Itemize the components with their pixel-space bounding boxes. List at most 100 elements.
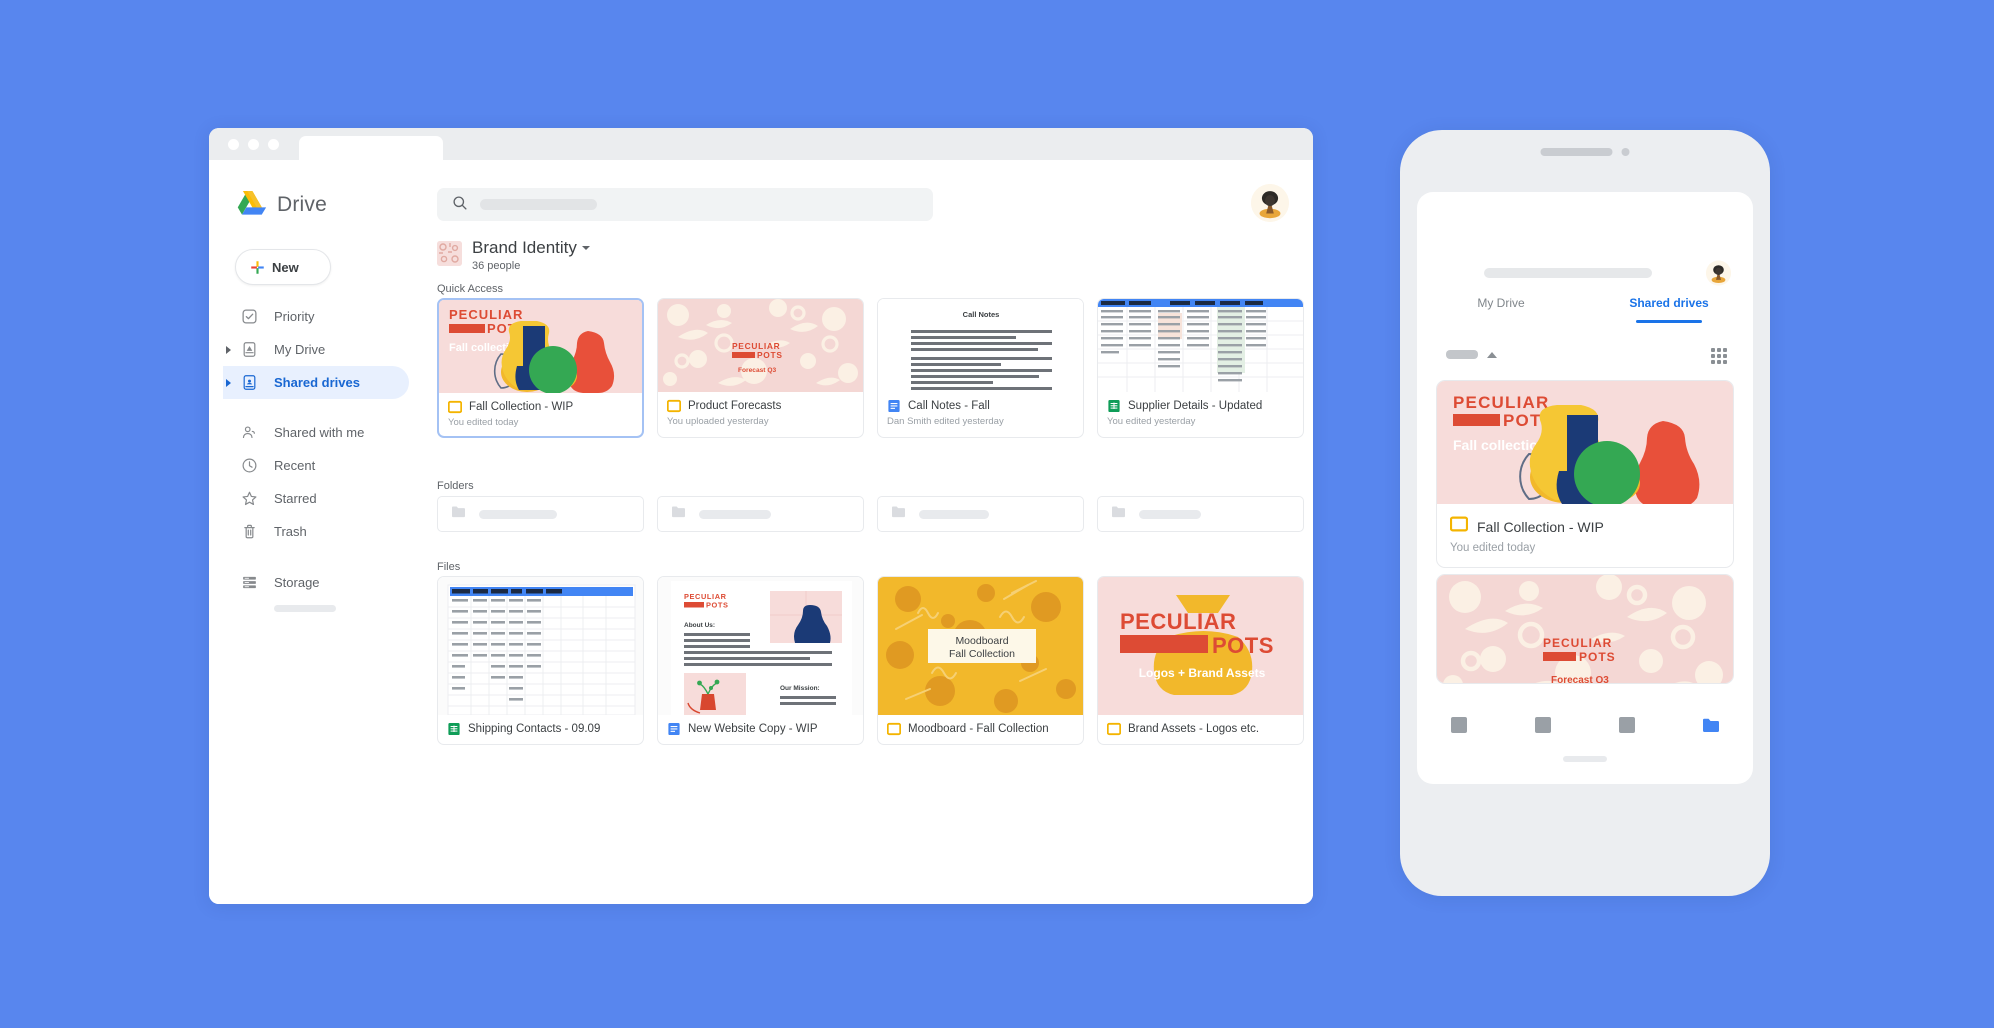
breadcrumb[interactable]: Brand Identity 36 people <box>437 238 590 272</box>
close-icon[interactable] <box>228 139 239 150</box>
maximize-icon[interactable] <box>268 139 279 150</box>
svg-text:Fall Collection: Fall Collection <box>949 648 1015 660</box>
card-title: Supplier Details - Updated <box>1128 400 1263 412</box>
tab-label: My Drive <box>1477 296 1525 310</box>
grid-view-icon[interactable] <box>1711 348 1727 364</box>
sidebar-item-trash[interactable]: Trash <box>223 515 409 548</box>
slides-icon <box>447 400 463 414</box>
sidebar-item-shared-drives[interactable]: Shared drives <box>223 366 409 399</box>
folder-card[interactable] <box>437 496 644 532</box>
card-title: New Website Copy - WIP <box>688 723 818 735</box>
phone-file-card-fall-collection[interactable]: PECULIAR POTS Fall collection. Fall Coll… <box>1436 380 1734 568</box>
file-card-moodboard[interactable]: Moodboard Fall Collection Moodboard - Fa… <box>877 576 1084 745</box>
card-footer: Call Notes - Fall Dan Smith edited yeste… <box>878 392 1083 435</box>
file-card-new-website-copy[interactable]: PECULIAR POTS About Us: Our Mission: New… <box>657 576 864 745</box>
phone-file-card-product-forecasts[interactable]: PECULIAR POTS Forecast Q3 <box>1436 574 1734 684</box>
svg-text:PECULIAR: PECULIAR <box>449 307 523 322</box>
sidebar-item-starred[interactable]: Starred <box>223 482 409 515</box>
avatar[interactable] <box>1706 260 1731 286</box>
file-card-fall-collection[interactable]: PECULIAR POTS Fall collection. Fall Coll… <box>437 298 644 438</box>
bottom-nav-item-1[interactable] <box>1417 717 1501 738</box>
chevron-down-icon[interactable] <box>581 246 590 250</box>
sidebar-item-shared-with-me[interactable]: Shared with me <box>223 416 409 449</box>
minimize-icon[interactable] <box>248 139 259 150</box>
avatar[interactable] <box>1251 184 1289 222</box>
card-subtitle: Dan Smith edited yesterday <box>887 416 1004 427</box>
folder-card[interactable] <box>657 496 864 532</box>
drive-thumbnail-icon <box>437 241 462 266</box>
expand-caret-icon[interactable] <box>226 345 231 354</box>
sort-label-placeholder[interactable] <box>1446 350 1478 359</box>
sidebar-item-label: Priority <box>274 309 315 324</box>
svg-text:PECULIAR: PECULIAR <box>1453 393 1550 412</box>
google-drive-logo <box>237 191 267 215</box>
card-title: Fall Collection - WIP <box>469 401 574 413</box>
card-title: Product Forecasts <box>688 400 782 412</box>
folder-icon <box>671 505 686 523</box>
svg-text:About Us:: About Us: <box>684 622 715 629</box>
card-title: Shipping Contacts - 09.09 <box>468 723 601 735</box>
folder-card[interactable] <box>1097 496 1304 532</box>
phone-search-input[interactable] <box>1484 268 1652 278</box>
drive-brand[interactable]: Drive <box>237 191 327 218</box>
sidebar-item-storage[interactable]: Storage <box>223 566 409 599</box>
brand-label: Drive <box>277 192 328 216</box>
browser-chrome <box>209 128 1313 162</box>
card-subtitle: You edited today <box>448 417 519 428</box>
file-card-supplier-details[interactable]: Supplier Details - Updated You edited ye… <box>1097 298 1304 438</box>
sort-caret-up-icon[interactable] <box>1487 352 1497 358</box>
folder-card[interactable] <box>877 496 1084 532</box>
expand-caret-icon[interactable] <box>226 378 231 387</box>
slides-icon <box>886 722 902 736</box>
sheets-icon <box>1107 399 1121 413</box>
slides-icon <box>1449 515 1469 538</box>
bottom-nav-item-3[interactable] <box>1585 717 1669 738</box>
slides-icon <box>666 399 682 413</box>
svg-text:POTS: POTS <box>1212 633 1274 658</box>
sheets-icon <box>447 722 461 736</box>
page-title-wrap: Brand Identity <box>472 238 590 258</box>
sidebar-item-recent[interactable]: Recent <box>223 449 409 482</box>
svg-text:POTS: POTS <box>706 601 729 610</box>
folder-name-placeholder <box>919 509 989 519</box>
section-label-quick-access: Quick Access <box>437 283 504 295</box>
card-thumbnail: PECULIAR POTS About Us: Our Mission: <box>658 577 863 715</box>
svg-text:Forecast Q3: Forecast Q3 <box>738 367 776 374</box>
phone-bottom-nav <box>1417 717 1753 738</box>
card-footer: Supplier Details - Updated You edited ye… <box>1098 392 1303 435</box>
card-subtitle: You edited yesterday <box>1107 416 1196 427</box>
svg-text:Forecast Q3: Forecast Q3 <box>1551 675 1609 684</box>
shared-drives-icon <box>241 374 258 391</box>
tab-shared-drives[interactable]: Shared drives <box>1585 296 1753 323</box>
file-card-shipping-contacts[interactable]: Shipping Contacts - 09.09 <box>437 576 644 745</box>
svg-text:PECULIAR: PECULIAR <box>1543 636 1612 650</box>
sidebar-item-priority[interactable]: Priority <box>223 300 409 333</box>
phone-sort-row <box>1417 342 1753 370</box>
svg-text:Logos + Brand Assets: Logos + Brand Assets <box>1139 666 1266 680</box>
people-icon <box>241 424 258 441</box>
search-input[interactable] <box>437 188 933 221</box>
tab-my-drive[interactable]: My Drive <box>1417 296 1585 323</box>
browser-tab[interactable] <box>299 136 443 162</box>
sidebar-item-label: Shared with me <box>274 425 365 440</box>
card-footer: Shipping Contacts - 09.09 <box>438 715 643 744</box>
card-thumbnail <box>1098 299 1303 392</box>
folder-name-placeholder <box>479 509 557 519</box>
card-footer: Moodboard - Fall Collection <box>878 715 1083 744</box>
file-card-call-notes[interactable]: Call Notes Call Notes - Fall Dan Smith e… <box>877 298 1084 438</box>
card-footer: New Website Copy - WIP <box>658 715 863 744</box>
sidebar-item-label: My Drive <box>274 342 326 357</box>
file-card-brand-assets[interactable]: PECULIAR POTS Logos + Brand Assets Brand… <box>1097 576 1304 745</box>
file-card-product-forecasts[interactable]: PECULIAR POTS Forecast Q3 Product Foreca… <box>657 298 864 438</box>
card-title: Moodboard - Fall Collection <box>908 723 1049 735</box>
card-subtitle: You edited today <box>1450 542 1536 554</box>
window-controls[interactable] <box>228 139 279 150</box>
trash-icon <box>241 523 258 540</box>
bottom-nav-item-files[interactable] <box>1669 717 1753 738</box>
search-placeholder <box>480 199 597 210</box>
new-button[interactable]: New <box>235 249 331 285</box>
sidebar-item-my-drive[interactable]: My Drive <box>223 333 409 366</box>
folder-icon <box>1702 717 1720 738</box>
clock-icon <box>241 457 258 474</box>
bottom-nav-item-2[interactable] <box>1501 717 1585 738</box>
